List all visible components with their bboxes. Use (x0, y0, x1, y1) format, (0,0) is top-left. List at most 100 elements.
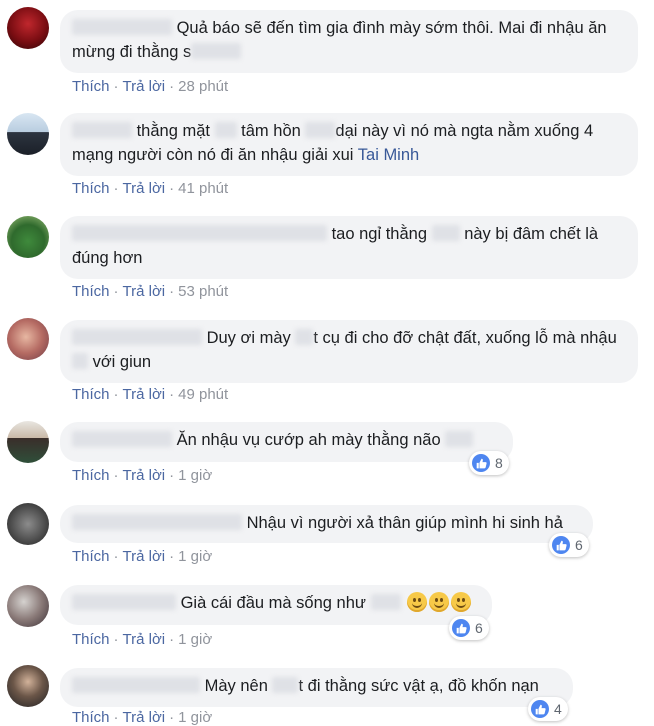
comment-text-part: với giun (92, 353, 152, 371)
separator: · (169, 283, 175, 300)
separator: · (113, 283, 119, 300)
comment-actions: Thích · Trả lời · 1 giờ (72, 709, 212, 726)
smiley-emoji-icon (451, 592, 472, 612)
avatar[interactable] (7, 113, 49, 155)
comment-actions: Thích · Trả lời · 28 phút (72, 78, 228, 95)
blurred-word (295, 329, 314, 345)
reaction-number: 6 (475, 620, 483, 636)
like-link[interactable]: Thích (72, 631, 110, 648)
blurred-author-name (72, 19, 172, 35)
separator: · (113, 386, 119, 403)
blurred-author-name (72, 514, 242, 530)
like-link[interactable]: Thích (72, 709, 110, 726)
comment-time[interactable]: 49 phút (178, 386, 228, 403)
comment-time[interactable]: 1 giờ (178, 709, 212, 726)
comment-actions: Thích · Trả lời · 49 phút (72, 386, 228, 403)
comment-text-part: Mày nên (204, 677, 268, 695)
blurred-author-name (72, 122, 132, 138)
comment-text: Nhậu vì người xả thân giúp mình hi sinh … (246, 514, 563, 532)
reply-link[interactable]: Trả lời (123, 631, 166, 648)
comment-actions: Thích · Trả lời · 1 giờ (72, 467, 212, 484)
blurred-author-name (72, 594, 176, 610)
reaction-count[interactable]: 4 (528, 697, 568, 721)
comment-actions: Thích · Trả lời · 1 giờ (72, 631, 212, 648)
avatar[interactable] (7, 503, 49, 545)
comment-time[interactable]: 1 giờ (178, 631, 212, 648)
like-thumb-icon (452, 619, 470, 637)
like-link[interactable]: Thích (72, 78, 110, 95)
avatar[interactable] (7, 421, 49, 463)
like-link[interactable]: Thích (72, 467, 110, 484)
like-link[interactable]: Thích (72, 283, 110, 300)
separator: · (169, 709, 175, 726)
reply-link[interactable]: Trả lời (123, 386, 166, 403)
reply-link[interactable]: Trả lời (123, 548, 166, 565)
comment-time[interactable]: 53 phút (178, 283, 228, 300)
reaction-number: 6 (575, 537, 583, 553)
separator: · (169, 180, 175, 197)
comment-bubble: thằng mặt tâm hồn dại này vì nó mà ngta … (60, 113, 638, 176)
comment-bubble: Nhậu vì người xả thân giúp mình hi sinh … (60, 505, 593, 543)
comment-bubble: Mày nên t đi thằng sức vật ạ, đồ khốn nạ… (60, 668, 573, 707)
blurred-author-name (72, 431, 172, 447)
comment-actions: Thích · Trả lời · 53 phút (72, 283, 228, 300)
like-link[interactable]: Thích (72, 548, 110, 565)
avatar[interactable] (7, 585, 49, 627)
like-thumb-icon (552, 536, 570, 554)
comment-bubble: tao ngỉ thằng này bị đâm chết là đúng hơ… (60, 216, 638, 279)
reaction-count[interactable]: 8 (469, 451, 509, 475)
blurred-word (305, 122, 336, 138)
separator: · (169, 548, 175, 565)
avatar[interactable] (7, 665, 49, 707)
comment-text-part: tâm hồn (241, 122, 301, 140)
comment-actions: Thích · Trả lời · 1 giờ (72, 548, 212, 565)
separator: · (113, 709, 119, 726)
separator: · (113, 548, 119, 565)
blurred-word (445, 431, 474, 447)
avatar[interactable] (7, 318, 49, 360)
separator: · (113, 78, 119, 95)
separator: · (169, 631, 175, 648)
blurred-author-name (72, 329, 202, 345)
separator: · (169, 386, 175, 403)
blurred-word (214, 122, 237, 138)
comment-time[interactable]: 1 giờ (178, 467, 212, 484)
reply-link[interactable]: Trả lời (123, 283, 166, 300)
reaction-count[interactable]: 6 (449, 616, 489, 640)
blurred-author-name (72, 677, 200, 693)
like-link[interactable]: Thích (72, 386, 110, 403)
blurred-word (370, 594, 401, 610)
avatar[interactable] (7, 216, 49, 258)
comment-time[interactable]: 28 phút (178, 78, 228, 95)
reply-link[interactable]: Trả lời (123, 78, 166, 95)
smiley-emoji-icon (407, 592, 428, 612)
reaction-number: 8 (495, 455, 503, 471)
reply-link[interactable]: Trả lời (123, 709, 166, 726)
reply-link[interactable]: Trả lời (123, 467, 166, 484)
blurred-author-name (72, 225, 327, 241)
comment-bubble: Già cái đầu mà sống như (60, 585, 492, 625)
comment-text: Già cái đầu mà sống như (180, 594, 366, 612)
comment-actions: Thích · Trả lời · 41 phút (72, 180, 228, 197)
mention-tag[interactable]: Tai Minh (358, 146, 419, 164)
comment-text-part: tao ngỉ thằng (331, 225, 428, 243)
blurred-word (431, 225, 460, 241)
comment-time[interactable]: 41 phút (178, 180, 228, 197)
comment-text-part: Duy ơi mày (206, 329, 291, 347)
like-thumb-icon (472, 454, 490, 472)
reply-link[interactable]: Trả lời (123, 180, 166, 197)
like-link[interactable]: Thích (72, 180, 110, 197)
blurred-word (191, 43, 242, 59)
comment-text-part: t đi thằng sức vật ạ, đồ khốn nạn (298, 677, 539, 695)
comment-bubble: Ăn nhậu vụ cướp ah mày thằng não (60, 422, 513, 462)
separator: · (169, 467, 175, 484)
reaction-count[interactable]: 6 (549, 533, 589, 557)
smiley-emoji-icon (429, 592, 450, 612)
comment-time[interactable]: 1 giờ (178, 548, 212, 565)
blurred-word (272, 677, 299, 693)
comment-text-part: t cụ đi cho đỡ chật đất, xuống lỗ mà nhậ… (313, 329, 617, 347)
comment-bubble: Quả báo sẽ đến tìm gia đình mày sớm thôi… (60, 10, 638, 73)
avatar[interactable] (7, 7, 49, 49)
reaction-number: 4 (554, 701, 562, 717)
separator: · (113, 631, 119, 648)
